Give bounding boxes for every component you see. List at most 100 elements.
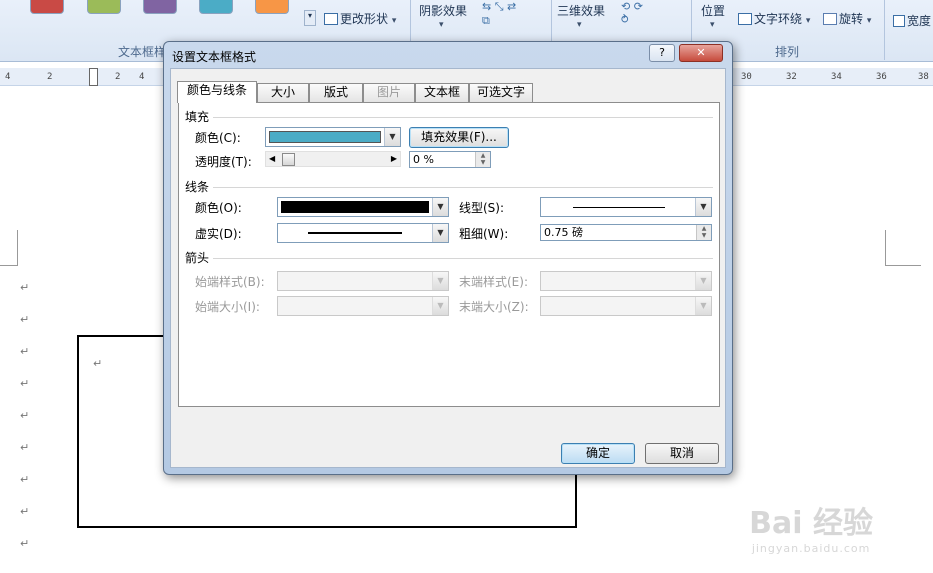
paragraph-mark: ↵ bbox=[20, 441, 30, 454]
fill-section-heading: 填充 bbox=[185, 110, 210, 124]
shadow-effects-button[interactable]: 阴影效果 bbox=[419, 2, 467, 19]
spin-down-icon[interactable]: ▼ bbox=[475, 159, 490, 167]
chevron-down-icon: ▼ bbox=[432, 272, 448, 290]
watermark-url: jingyan.baidu.com bbox=[751, 542, 871, 555]
begin-size-label: 始端大小(I): bbox=[195, 300, 260, 314]
line-weight-value: 0.75 磅 bbox=[544, 226, 583, 239]
ok-button[interactable]: 确定 bbox=[561, 443, 635, 464]
fill-color-dropdown[interactable]: ▼ bbox=[265, 127, 401, 147]
end-size-dropdown: ▼ bbox=[540, 296, 712, 316]
chevron-left-icon: ◀ bbox=[269, 154, 276, 163]
change-shape-button[interactable]: 更改形状 ▾ bbox=[324, 10, 396, 27]
ribbon-separator bbox=[884, 0, 885, 60]
transparency-label: 透明度(T): bbox=[195, 155, 252, 169]
line-weight-label: 粗细(W): bbox=[459, 227, 509, 241]
line-color-dropdown[interactable]: ▼ bbox=[277, 197, 449, 217]
3d-effects-button[interactable]: 三维效果 bbox=[557, 2, 605, 19]
shape-style-swatch-4[interactable] bbox=[199, 0, 233, 14]
format-textbox-dialog: 设置文本框格式 ? ✕ 颜色与线条 大小 版式 图片 文本框 可选文字 填充 颜… bbox=[163, 41, 733, 475]
dialog-body: 颜色与线条 大小 版式 图片 文本框 可选文字 填充 颜色(C): ▼ 填充效果… bbox=[170, 68, 726, 468]
chevron-down-icon: ▼ bbox=[432, 297, 448, 315]
slider-thumb[interactable] bbox=[282, 153, 295, 166]
help-button[interactable]: ? bbox=[649, 44, 675, 62]
line-color-label: 颜色(O): bbox=[195, 201, 242, 215]
paragraph-mark: ↵ bbox=[20, 281, 30, 294]
line-style-dropdown[interactable]: ▼ bbox=[540, 197, 712, 217]
text-wrap-button[interactable]: 文字环绕 ▾ bbox=[738, 10, 810, 27]
paragraph-mark: ↵ bbox=[20, 409, 30, 422]
ruler-number: 38 bbox=[918, 72, 929, 82]
tab-size[interactable]: 大小 bbox=[257, 83, 309, 102]
paragraph-mark: ↵ bbox=[20, 473, 30, 486]
tab-colors-lines[interactable]: 颜色与线条 bbox=[177, 81, 257, 103]
paragraph-mark: ↵ bbox=[20, 313, 30, 326]
fill-color-swatch bbox=[269, 131, 381, 143]
close-button[interactable]: ✕ bbox=[679, 44, 723, 62]
section-divider bbox=[213, 187, 713, 188]
paragraph-mark: ↵ bbox=[20, 505, 30, 518]
ruler-number: 2 bbox=[47, 72, 53, 82]
text-wrap-label: 文字环绕 bbox=[754, 12, 803, 26]
chevron-down-icon: ▾ bbox=[710, 20, 715, 30]
shape-style-swatch-1[interactable] bbox=[30, 0, 64, 14]
end-style-label: 末端样式(E): bbox=[459, 275, 528, 289]
tab-alt-text[interactable]: 可选文字 bbox=[469, 83, 533, 102]
nudge-shadow-icons[interactable]: ⇆ ⤡ ⇄ ⧉ bbox=[482, 0, 516, 28]
chevron-right-icon: ▶ bbox=[390, 154, 397, 163]
colors-lines-panel: 填充 颜色(C): ▼ 填充效果(F)... 透明度(T): ◀ ▶ 0 % ▲… bbox=[178, 102, 720, 407]
fill-color-label: 颜色(C): bbox=[195, 131, 241, 145]
position-button[interactable]: 位置 bbox=[701, 2, 725, 19]
ruler-number: 2 bbox=[115, 72, 121, 82]
chevron-down-icon: ▼ bbox=[695, 198, 711, 216]
chevron-down-icon: ▼ bbox=[695, 297, 711, 315]
tab-layout[interactable]: 版式 bbox=[309, 83, 363, 102]
ruler-number: 32 bbox=[786, 72, 797, 82]
margin-corner-mark bbox=[885, 230, 921, 266]
ruler-number: 34 bbox=[831, 72, 842, 82]
width-control[interactable]: 宽度 bbox=[893, 12, 931, 29]
chevron-down-icon: ▾ bbox=[391, 16, 397, 26]
3d-effects-label: 三维效果 bbox=[557, 4, 606, 18]
watermark-brand: Bai 经验 bbox=[749, 506, 873, 541]
rotate-icon bbox=[823, 13, 837, 25]
change-shape-icon bbox=[324, 13, 338, 25]
shape-style-swatch-5[interactable] bbox=[255, 0, 289, 14]
chevron-down-icon: ▾ bbox=[805, 16, 811, 26]
tab-textbox[interactable]: 文本框 bbox=[415, 83, 469, 102]
rotate-button[interactable]: 旋转 ▾ bbox=[823, 10, 871, 27]
fill-effects-button[interactable]: 填充效果(F)... bbox=[409, 127, 509, 148]
ruler-number: 36 bbox=[876, 72, 887, 82]
ruler-number: 4 bbox=[5, 72, 11, 82]
paragraph-mark: ↵ bbox=[20, 537, 30, 550]
shape-style-swatch-2[interactable] bbox=[87, 0, 121, 14]
dash-type-label: 虚实(D): bbox=[195, 227, 242, 241]
dash-type-preview bbox=[308, 232, 402, 234]
width-label: 宽度 bbox=[907, 14, 932, 28]
textbox-paragraph-mark: ↵ bbox=[93, 357, 103, 370]
cancel-button[interactable]: 取消 bbox=[645, 443, 719, 464]
ruler-number: 30 bbox=[741, 72, 752, 82]
line-section-heading: 线条 bbox=[185, 180, 210, 194]
paragraph-mark: ↵ bbox=[20, 377, 30, 390]
watermark: Bai 经验 jingyan.baidu.com bbox=[749, 498, 873, 555]
spin-down-icon[interactable]: ▼ bbox=[696, 232, 711, 240]
line-weight-spinner[interactable]: 0.75 磅 ▲ ▼ bbox=[540, 224, 712, 241]
section-divider bbox=[213, 258, 713, 259]
tilt-icons[interactable]: ⟲ ⟳ ⥁ bbox=[621, 0, 643, 26]
dialog-title: 设置文本框格式 bbox=[172, 50, 257, 64]
margin-corner-mark bbox=[0, 230, 18, 266]
transparency-slider[interactable]: ◀ ▶ bbox=[265, 151, 401, 167]
tab-picture: 图片 bbox=[363, 83, 415, 102]
section-divider bbox=[213, 117, 713, 118]
width-icon bbox=[893, 15, 905, 27]
indent-marker[interactable] bbox=[89, 68, 98, 86]
dash-type-dropdown[interactable]: ▼ bbox=[277, 223, 449, 243]
chevron-down-icon: ▼ bbox=[432, 198, 448, 216]
chevron-down-icon: ▾ bbox=[439, 20, 444, 30]
transparency-spinner[interactable]: 0 % ▲ ▼ bbox=[409, 151, 491, 168]
begin-size-dropdown: ▼ bbox=[277, 296, 449, 316]
chevron-down-icon: ▼ bbox=[384, 128, 400, 146]
arrows-section-heading: 箭头 bbox=[185, 251, 210, 265]
style-gallery-more-button[interactable]: ▾ bbox=[304, 10, 316, 26]
shape-style-swatch-3[interactable] bbox=[143, 0, 177, 14]
